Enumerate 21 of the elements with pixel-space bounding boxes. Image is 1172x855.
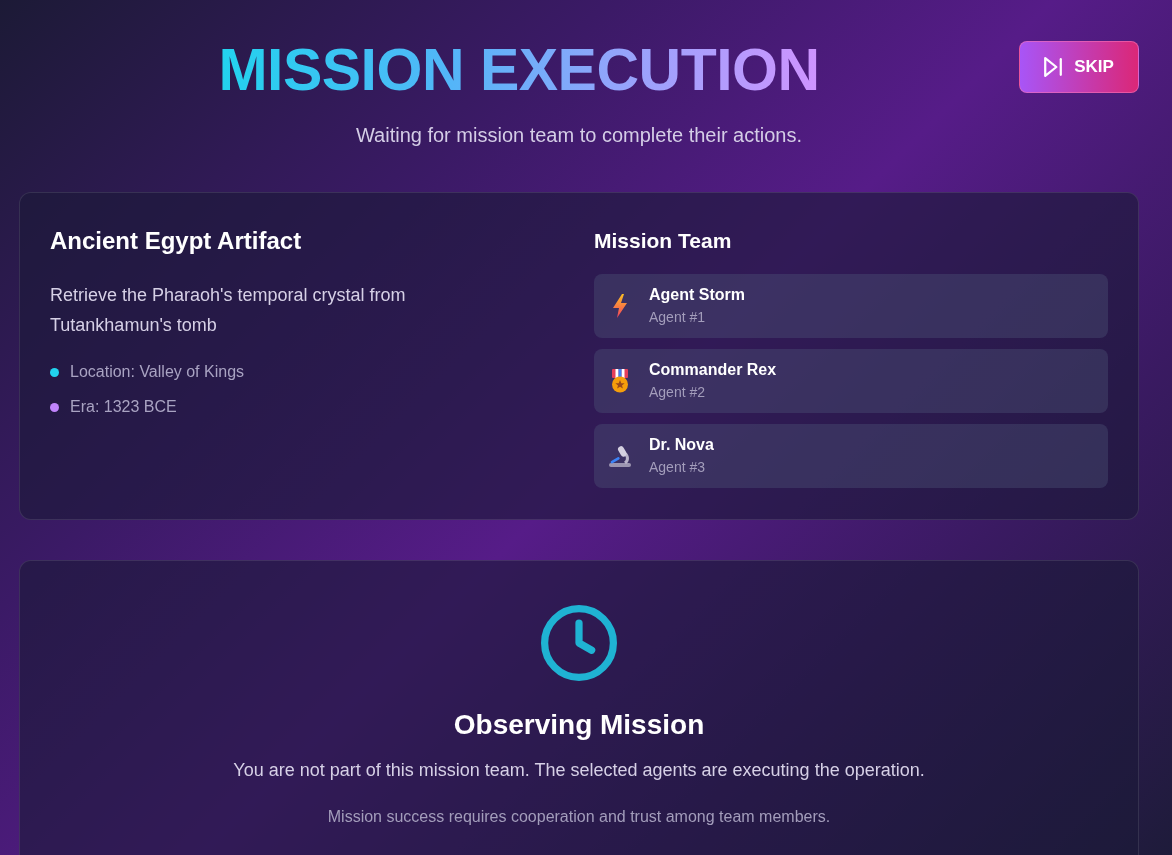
medal-icon bbox=[611, 369, 629, 393]
skip-button[interactable]: SKIP bbox=[1019, 41, 1139, 93]
member-name: Commander Rex bbox=[649, 360, 777, 380]
lightning-bolt-icon bbox=[612, 294, 628, 318]
clock-icon bbox=[541, 605, 617, 681]
mission-description: Retrieve the Pharaoh's temporal crystal from Tutankhamun's tomb bbox=[50, 284, 407, 337]
member-role: Agent #1 bbox=[649, 308, 707, 327]
member-role: Agent #2 bbox=[649, 383, 707, 402]
skip-forward-icon bbox=[1044, 57, 1063, 77]
status-note: Mission success requires cooperation and trust among team members. bbox=[327, 807, 831, 827]
mission-detail: Location: Valley of Kings bbox=[70, 362, 245, 382]
mission-title: Ancient Egypt Artifact bbox=[50, 226, 303, 256]
status-title: Observing Mission bbox=[453, 708, 705, 742]
member-name: Agent Storm bbox=[649, 285, 745, 305]
status-message: You are not part of this mission team. The selected agents are executing the operation. bbox=[233, 759, 925, 782]
member-name: Dr. Nova bbox=[649, 435, 714, 455]
member-role: Agent #3 bbox=[649, 458, 707, 477]
page-subtitle: Waiting for mission team to complete their actions. bbox=[354, 123, 804, 148]
team-heading: Mission Team bbox=[594, 228, 733, 254]
microscope-icon bbox=[608, 445, 632, 467]
mission-detail: Era: 1323 BCE bbox=[70, 397, 177, 417]
